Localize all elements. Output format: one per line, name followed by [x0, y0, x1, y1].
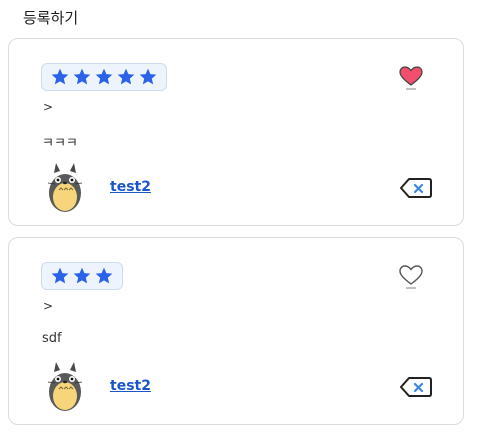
star-icon [95, 68, 113, 85]
totoro-avatar [47, 163, 83, 212]
totoro-avatar [47, 362, 83, 411]
star-rating [41, 63, 167, 91]
star-icon [117, 68, 135, 85]
star-icon [139, 68, 157, 85]
backspace-delete-icon[interactable] [399, 376, 433, 398]
heart-icon[interactable] [397, 262, 425, 292]
review-content: sdf [42, 331, 62, 346]
username-link[interactable]: test2 [110, 378, 151, 394]
backspace-delete-icon[interactable] [399, 177, 433, 199]
star-icon [51, 68, 69, 85]
review-card: > sdf test2 [8, 237, 464, 425]
page-title[interactable]: 등록하기 [23, 7, 78, 28]
heart-icon[interactable] [397, 63, 425, 93]
star-rating [41, 262, 123, 290]
star-icon [73, 267, 91, 284]
review-card: > ㅋㅋㅋ test2 [8, 38, 464, 226]
star-icon [51, 267, 69, 284]
star-icon [95, 267, 113, 284]
review-content: ㅋㅋㅋ [42, 136, 78, 151]
review-separator: > [43, 100, 54, 114]
star-icon [73, 68, 91, 85]
username-link[interactable]: test2 [110, 179, 151, 195]
review-separator: > [43, 299, 54, 313]
